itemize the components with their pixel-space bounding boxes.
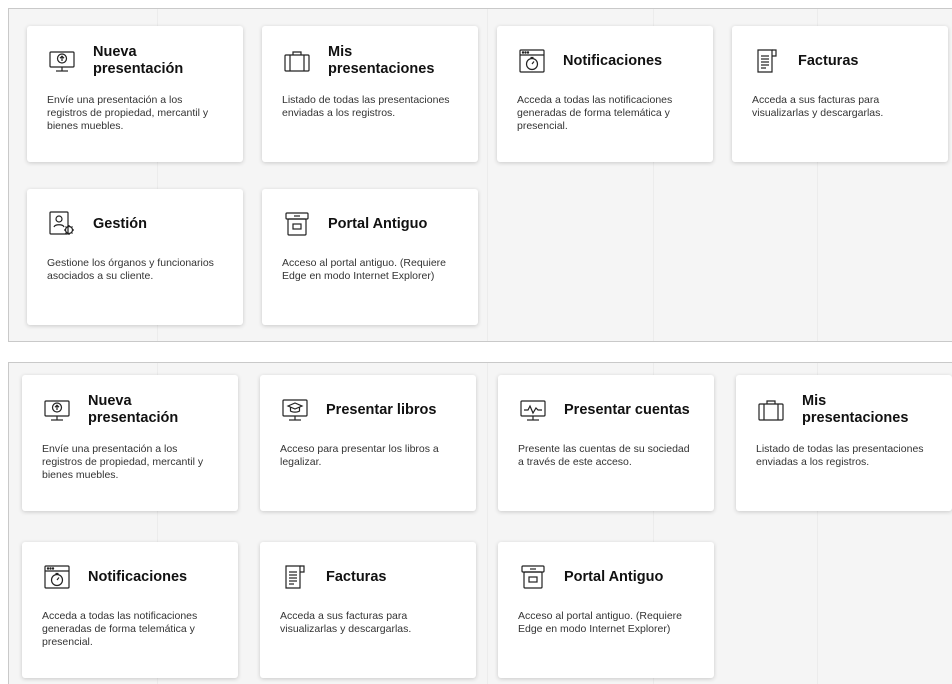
card-title: Portal Antiguo <box>564 568 664 585</box>
card-title: Nueva presentación <box>93 44 184 77</box>
services-panel-2: Nueva presentación Envíe una presentació… <box>8 362 952 684</box>
card-title: Gestión <box>93 215 147 232</box>
background-stripe <box>487 9 488 341</box>
briefcase-icon <box>756 395 786 425</box>
card-title: Mis presentaciones <box>802 393 909 426</box>
card-description: Envíe una presentación a los registros d… <box>42 443 204 481</box>
card-title: Presentar cuentas <box>564 401 690 418</box>
browser-timer-icon <box>517 46 547 76</box>
card-title: Notificaciones <box>88 568 188 585</box>
archive-box-icon <box>518 562 548 592</box>
card-portal-antiguo[interactable]: Portal Antiguo Acceso al portal antiguo.… <box>262 189 478 325</box>
card-portal-antiguo[interactable]: Portal Antiguo Acceso al portal antiguo.… <box>498 542 714 678</box>
card-description: Presente las cuentas de su sociedad a tr… <box>518 443 690 468</box>
card-facturas[interactable]: Facturas Acceda a sus facturas para visu… <box>732 26 948 162</box>
card-title: Notificaciones <box>563 52 663 69</box>
card-description: Listado de todas las presentaciones envi… <box>756 443 924 468</box>
card-description: Acceso para presentar los libros a legal… <box>280 443 439 468</box>
card-title: Nueva presentación <box>88 393 179 426</box>
card-description: Acceda a todas las notificaciones genera… <box>42 610 198 648</box>
monitor-upload-icon <box>42 395 72 425</box>
card-facturas[interactable]: Facturas Acceda a sus facturas para visu… <box>260 542 476 678</box>
profile-gear-icon <box>47 209 77 239</box>
card-notificaciones[interactable]: Notificaciones Acceda a todas las notifi… <box>22 542 238 678</box>
background-stripe <box>487 363 488 684</box>
browser-timer-icon <box>42 562 72 592</box>
card-gestion[interactable]: Gestión Gestione los órganos y funcionar… <box>27 189 243 325</box>
card-nueva-presentacion[interactable]: Nueva presentación Envíe una presentació… <box>27 26 243 162</box>
card-description: Acceda a sus facturas para visualizarlas… <box>280 610 412 635</box>
card-title: Mis presentaciones <box>328 44 435 77</box>
card-mis-presentaciones[interactable]: Mis presentaciones Listado de todas las … <box>736 375 952 511</box>
card-presentar-cuentas[interactable]: Presentar cuentas Presente las cuentas d… <box>498 375 714 511</box>
monitor-chart-icon <box>518 395 548 425</box>
monitor-graduation-icon <box>280 395 310 425</box>
invoice-document-icon <box>280 562 310 592</box>
archive-box-icon <box>282 209 312 239</box>
card-title: Presentar libros <box>326 401 437 418</box>
services-panel-1: Nueva presentación Envíe una presentació… <box>8 8 952 342</box>
invoice-document-icon <box>752 46 782 76</box>
card-description: Gestione los órganos y funcionarios asoc… <box>47 257 214 282</box>
card-presentar-libros[interactable]: Presentar libros Acceso para presentar l… <box>260 375 476 511</box>
card-title: Facturas <box>326 568 387 585</box>
card-description: Acceso al portal antiguo. (Requiere Edge… <box>282 257 447 282</box>
monitor-upload-icon <box>47 46 77 76</box>
card-title: Facturas <box>798 52 859 69</box>
briefcase-icon <box>282 46 312 76</box>
card-title: Portal Antiguo <box>328 215 428 232</box>
card-description: Acceda a todas las notificaciones genera… <box>517 94 673 132</box>
card-description: Acceda a sus facturas para visualizarlas… <box>752 94 884 119</box>
card-description: Acceso al portal antiguo. (Requiere Edge… <box>518 610 683 635</box>
card-nueva-presentacion[interactable]: Nueva presentación Envíe una presentació… <box>22 375 238 511</box>
card-description: Listado de todas las presentaciones envi… <box>282 94 450 119</box>
card-description: Envíe una presentación a los registros d… <box>47 94 209 132</box>
card-mis-presentaciones[interactable]: Mis presentaciones Listado de todas las … <box>262 26 478 162</box>
card-notificaciones[interactable]: Notificaciones Acceda a todas las notifi… <box>497 26 713 162</box>
